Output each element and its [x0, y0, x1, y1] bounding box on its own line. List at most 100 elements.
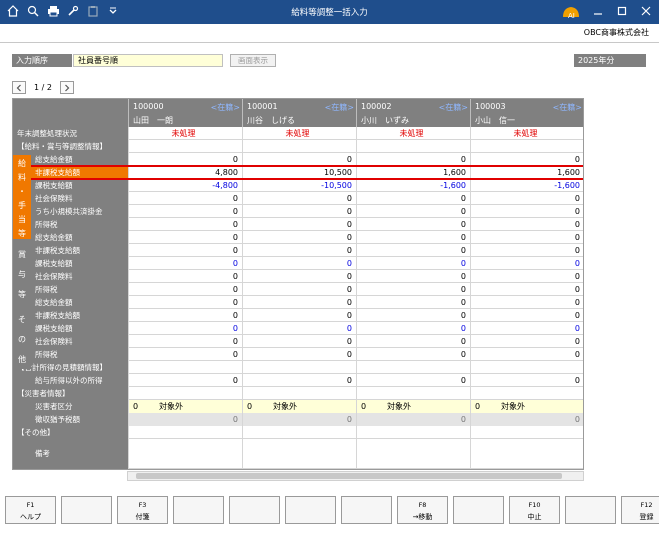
value-cell[interactable]: 0 [242, 231, 356, 244]
empty-cell [356, 426, 470, 439]
f7-button[interactable] [341, 496, 392, 524]
value-cell[interactable]: 0 [242, 374, 356, 387]
employee-header[interactable]: 100003 <在籍> 小山 信一 [470, 99, 583, 127]
value-cell[interactable]: 0 [128, 296, 242, 309]
employee-status: <在籍> [438, 103, 468, 112]
value-cell[interactable]: 0 [128, 244, 242, 257]
disaster-code: 0 [247, 402, 253, 411]
value-cell[interactable]: 0 [242, 244, 356, 257]
f1-help-button[interactable]: F1 ヘルプ [5, 496, 56, 524]
value-cell[interactable]: 4,800 [128, 166, 242, 179]
f2-button[interactable] [61, 496, 112, 524]
disaster-code: 0 [361, 402, 367, 411]
value-cell[interactable]: 0 [128, 374, 242, 387]
remarks-cell[interactable] [356, 439, 470, 469]
employee-header[interactable]: 100001 <在籍> 川谷 しげる [242, 99, 356, 127]
value-cell[interactable]: 0 [470, 218, 583, 231]
minimize-icon[interactable] [591, 4, 605, 18]
value-cell[interactable]: 0 [470, 335, 583, 348]
f9-button[interactable] [453, 496, 504, 524]
close-icon[interactable] [639, 4, 653, 18]
value-cell[interactable]: 0 [242, 296, 356, 309]
value-cell[interactable]: 0 [470, 283, 583, 296]
value-cell[interactable]: 0 [356, 244, 470, 257]
f12-register-button[interactable]: F12 登録 [621, 496, 659, 524]
employee-header[interactable]: 100000 <在籍> 山田 一朗 [128, 99, 242, 127]
value-cell[interactable]: 0 [470, 348, 583, 361]
value-cell[interactable]: 0 [128, 283, 242, 296]
value-cell[interactable]: 0 [128, 348, 242, 361]
scrollbar-thumb[interactable] [136, 473, 562, 479]
disaster-select[interactable]: 0 対象外 [242, 400, 356, 413]
value-cell[interactable]: 0 [470, 270, 583, 283]
value-cell[interactable]: 0 [242, 270, 356, 283]
value-cell[interactable]: 0 [470, 296, 583, 309]
value-cell[interactable]: 0 [356, 309, 470, 322]
remarks-cell[interactable] [128, 439, 242, 469]
f11-button[interactable] [565, 496, 616, 524]
f5-button[interactable] [229, 496, 280, 524]
value-cell[interactable]: 0 [128, 192, 242, 205]
remarks-cell[interactable] [470, 439, 583, 469]
status-cell: 未処理 [128, 127, 242, 140]
status-cell: 未処理 [470, 127, 583, 140]
value-cell[interactable]: 0 [128, 270, 242, 283]
value-cell[interactable]: 0 [356, 374, 470, 387]
value-cell[interactable]: 0 [470, 374, 583, 387]
value-cell[interactable]: 0 [128, 218, 242, 231]
value-cell[interactable]: 0 [356, 348, 470, 361]
value-cell[interactable]: 0 [242, 348, 356, 361]
employee-header[interactable]: 100002 <在籍> 小川 いずみ [356, 99, 470, 127]
value-cell[interactable]: 0 [470, 153, 583, 166]
value-cell[interactable]: 0 [356, 283, 470, 296]
f4-button[interactable] [173, 496, 224, 524]
disaster-select[interactable]: 0 対象外 [470, 400, 583, 413]
value-cell[interactable]: 0 [242, 335, 356, 348]
next-page-button[interactable] [59, 81, 74, 94]
value-cell[interactable]: 0 [242, 283, 356, 296]
value-cell[interactable]: 0 [356, 192, 470, 205]
value-cell[interactable]: 0 [128, 231, 242, 244]
value-cell[interactable]: 0 [470, 192, 583, 205]
value-cell[interactable]: 0 [242, 218, 356, 231]
value-cell[interactable]: 0 [128, 335, 242, 348]
f6-button[interactable] [285, 496, 336, 524]
value-cell[interactable]: 0 [356, 270, 470, 283]
prev-page-button[interactable] [12, 81, 26, 94]
year-label: 2025年分 [574, 54, 646, 67]
value-cell[interactable]: 10,500 [242, 166, 356, 179]
value-cell[interactable]: 0 [128, 309, 242, 322]
table-row: 災害者区分 0 対象外 0 対象外 0 対象外 0 対象外 [13, 400, 583, 413]
remarks-cell[interactable] [242, 439, 356, 469]
value-cell[interactable]: 0 [470, 205, 583, 218]
value-cell[interactable]: 0 [356, 296, 470, 309]
value-cell[interactable]: 0 [128, 153, 242, 166]
value-cell[interactable]: 0 [242, 205, 356, 218]
value-cell[interactable]: 0 [470, 231, 583, 244]
f8-move-button[interactable]: F8 →移動 [397, 496, 448, 524]
disaster-select[interactable]: 0 対象外 [356, 400, 470, 413]
value-cell[interactable]: 0 [356, 205, 470, 218]
value-cell[interactable]: 0 [242, 309, 356, 322]
employee-code: 100003 [475, 102, 506, 111]
disaster-select[interactable]: 0 対象外 [128, 400, 242, 413]
value-cell[interactable]: 0 [242, 192, 356, 205]
value-cell[interactable]: 1,600 [356, 166, 470, 179]
value-cell[interactable]: 1,600 [470, 166, 583, 179]
value-cell[interactable]: 0 [128, 205, 242, 218]
value-cell[interactable]: 0 [470, 309, 583, 322]
sort-order-field[interactable]: 社員番号順 [73, 54, 223, 67]
value-cell[interactable]: 0 [356, 218, 470, 231]
maximize-icon[interactable] [615, 4, 629, 18]
horizontal-scrollbar[interactable] [127, 471, 584, 481]
value-cell[interactable]: 0 [470, 244, 583, 257]
f10-cancel-button[interactable]: F10 中止 [509, 496, 560, 524]
value-cell[interactable]: 0 [356, 153, 470, 166]
value-cell[interactable]: 0 [356, 231, 470, 244]
f3-sticky-note-button[interactable]: F3 付箋 [117, 496, 168, 524]
value-cell[interactable]: 0 [356, 335, 470, 348]
value-cell: 0 [242, 257, 356, 270]
screen-display-button[interactable]: 画面表示 [230, 54, 276, 67]
disaster-text: 対象外 [273, 402, 297, 411]
value-cell[interactable]: 0 [242, 153, 356, 166]
